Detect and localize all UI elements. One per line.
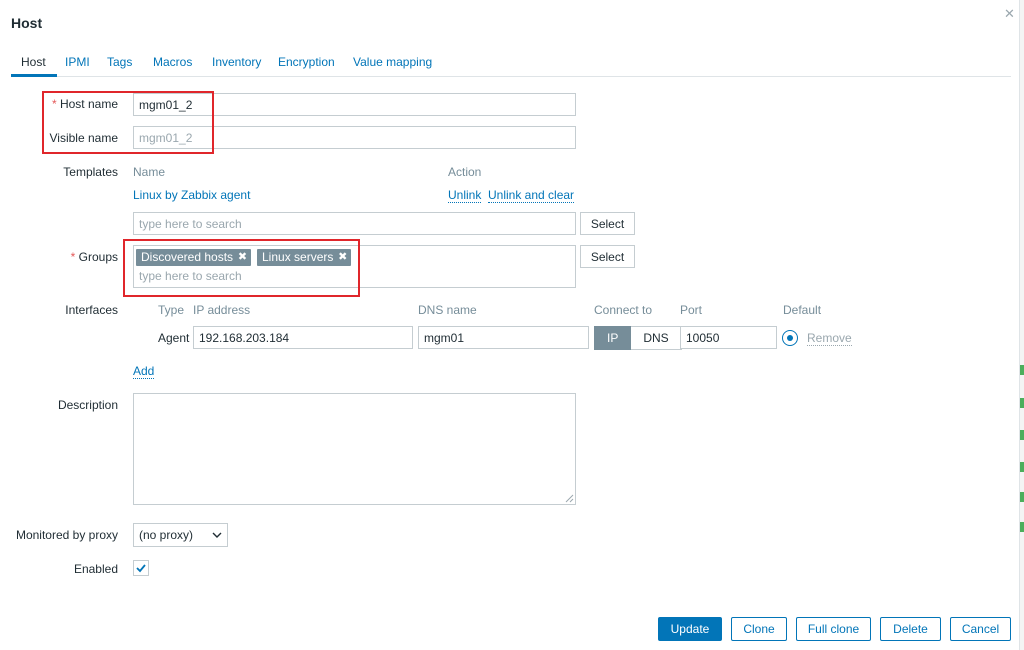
unlink-and-clear-button[interactable]: Unlink and clear [488,188,575,203]
tab-value-mapping[interactable]: Value mapping [353,55,432,69]
group-chip-label: Discovered hosts [141,250,234,264]
interfaces-header-default: Default [783,303,822,317]
background-status-mark [1020,365,1024,375]
connect-ip-option[interactable]: IP [594,326,632,350]
resize-grip-icon[interactable] [565,494,574,503]
interface-type: Agent [158,331,190,345]
host-name-label: * Host name [52,97,118,111]
full-clone-button[interactable]: Full clone [796,617,871,641]
cancel-button[interactable]: Cancel [950,617,1011,641]
groups-search-input[interactable]: type here to search [139,269,242,283]
tab-encryption[interactable]: Encryption [278,55,335,69]
background-status-mark [1020,462,1024,472]
interface-ip-input[interactable] [193,326,413,349]
interfaces-label: Interfaces [65,303,118,317]
templates-col-name: Name [133,165,166,179]
close-icon[interactable]: ✕ [1004,6,1015,22]
chevron-down-icon [212,532,222,538]
visible-name-label: Visible name [49,131,118,145]
templates-col-action: Action [448,165,482,179]
interfaces-header-type: Type [158,303,185,317]
enabled-checkbox[interactable] [133,560,149,576]
background-status-mark [1020,398,1024,408]
tab-ipmi[interactable]: IPMI [65,55,90,69]
tab-inventory[interactable]: Inventory [212,55,261,69]
remove-icon[interactable]: ✖ [238,249,247,266]
groups-label-text: Groups [78,250,118,264]
background-status-mark [1020,492,1024,502]
groups-select-button[interactable]: Select [580,245,635,268]
required-mark: * [51,97,57,111]
host-name-input[interactable] [133,93,576,116]
group-chip-discovered-hosts: Discovered hosts ✖ [136,249,252,266]
tab-tags[interactable]: Tags [107,55,132,69]
default-interface-radio[interactable] [782,330,798,346]
remove-icon[interactable]: ✖ [338,249,347,266]
interface-dns-input[interactable] [418,326,589,349]
remove-interface-link[interactable]: Remove [807,331,852,346]
templates-select-button[interactable]: Select [580,212,635,235]
unlink-button[interactable]: Unlink [448,188,482,203]
interface-port-input[interactable] [680,326,777,349]
host-dialog: Host ✕ Host IPMI Tags Macros Inventory E… [0,0,1020,650]
add-interface-link[interactable]: Add [133,364,155,379]
tab-host[interactable]: Host [21,55,46,69]
dialog-title: Host [11,15,43,31]
group-chip-label: Linux servers [262,250,334,264]
groups-multiselect[interactable]: Discovered hosts ✖ Linux servers ✖ type … [133,245,576,288]
groups-label: * Groups [71,250,118,264]
templates-label: Templates [63,165,118,179]
proxy-label: Monitored by proxy [15,528,118,542]
checkmark-icon [136,564,146,573]
interfaces-header-port: Port [680,303,703,317]
background-page-edge [1020,0,1024,650]
connect-to-toggle: IP DNS [594,326,682,350]
interfaces-header-ip: IP address [193,303,251,317]
active-tab-indicator [11,74,57,77]
clone-button[interactable]: Clone [731,617,787,641]
visible-name-input[interactable] [133,126,576,149]
tab-bar: Host IPMI Tags Macros Inventory Encrypti… [11,54,1011,77]
templates-search-input[interactable] [133,212,576,235]
host-name-label-text: Host name [59,97,118,111]
connect-dns-option[interactable]: DNS [631,326,682,350]
delete-button[interactable]: Delete [880,617,941,641]
template-link-linux-by-zabbix-agent[interactable]: Linux by Zabbix agent [133,188,250,202]
description-label: Description [57,398,118,412]
proxy-select-value: (no proxy) [139,528,194,542]
update-button[interactable]: Update [658,617,722,641]
interfaces-header-dns: DNS name [418,303,477,317]
required-mark: * [70,250,76,264]
description-textarea[interactable] [133,393,576,505]
proxy-select[interactable]: (no proxy) [133,523,228,547]
tab-macros[interactable]: Macros [153,55,192,69]
enabled-label: Enabled [73,562,118,576]
background-status-mark [1020,522,1024,532]
interfaces-header-connect: Connect to [594,303,653,317]
group-chip-linux-servers: Linux servers ✖ [257,249,352,266]
background-status-mark [1020,430,1024,440]
